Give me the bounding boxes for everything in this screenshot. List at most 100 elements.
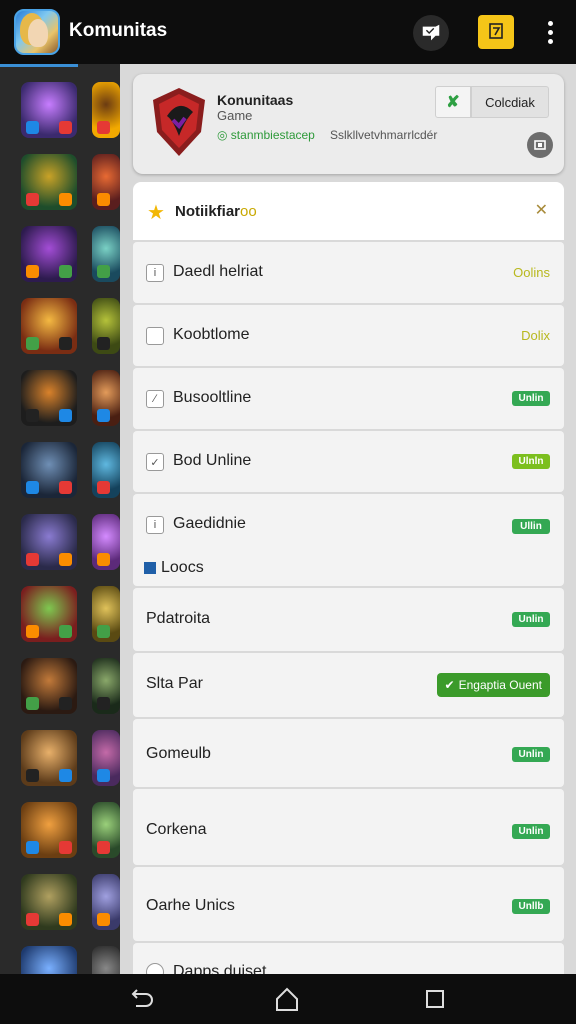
- game-tile[interactable]: [21, 730, 77, 786]
- more-vert-icon-dot: [547, 29, 553, 35]
- notification-label: Notiikfiaroo: [175, 203, 257, 220]
- game-tile[interactable]: [92, 298, 120, 354]
- game-tile[interactable]: [21, 370, 77, 426]
- row-label: Slta Par: [146, 675, 203, 692]
- tile-badge-icon: [97, 193, 110, 206]
- tile-badge-icon: [97, 481, 110, 494]
- share-button[interactable]: [527, 132, 553, 158]
- list-item[interactable]: Oarhe Unics Unllb: [133, 867, 564, 941]
- game-tile[interactable]: [92, 370, 120, 426]
- tile-badge-icon: [26, 841, 39, 854]
- online-badge: Unlin: [512, 747, 550, 762]
- game-tile[interactable]: [21, 802, 77, 858]
- star-icon: ★: [147, 202, 165, 224]
- game-tile[interactable]: [21, 946, 77, 974]
- row-status: Oolins: [513, 265, 550, 280]
- row-sub-label: Loocs: [161, 559, 204, 576]
- game-tile[interactable]: [92, 586, 120, 642]
- game-tile[interactable]: [21, 658, 77, 714]
- more-options-button[interactable]: [536, 16, 564, 48]
- list-item[interactable]: Gomeulb Unlin: [133, 719, 564, 787]
- row-checkbox[interactable]: i: [146, 516, 164, 534]
- game-tile[interactable]: [92, 946, 120, 974]
- back-icon[interactable]: [126, 986, 154, 1012]
- more-vert-icon-dot: [547, 20, 553, 26]
- list-item[interactable]: Dapps duiset: [133, 943, 564, 974]
- community-title: Konunitaas: [217, 92, 294, 108]
- community-tag[interactable]: ◎ stanmbiestacep: [217, 128, 315, 142]
- tile-badge-icon: [26, 409, 39, 422]
- game-tile[interactable]: [92, 658, 120, 714]
- close-icon[interactable]: ✕: [535, 200, 548, 220]
- tile-badge-icon: [26, 337, 39, 350]
- tile-badge-icon: [26, 193, 39, 206]
- row-checkbox[interactable]: ∕: [146, 390, 164, 408]
- tile-badge-icon: [26, 913, 39, 926]
- list-item[interactable]: i Daedl helriat Oolins: [133, 242, 564, 303]
- row-checkbox[interactable]: i: [146, 264, 164, 282]
- follow-icon: ✘: [446, 94, 460, 111]
- list-item[interactable]: Pdatroita Unlin: [133, 588, 564, 651]
- home-icon[interactable]: [273, 986, 301, 1012]
- list-item[interactable]: Koobtlome Dolix: [133, 305, 564, 366]
- row-checkbox[interactable]: ✓: [146, 453, 164, 471]
- tile-badge-icon: [59, 913, 72, 926]
- game-tile[interactable]: [92, 82, 120, 138]
- chat-button[interactable]: [413, 15, 449, 51]
- notification-row[interactable]: ★ Notiikfiaroo ✕: [133, 182, 564, 240]
- tile-badge-icon: [26, 769, 39, 782]
- row-radio[interactable]: [146, 963, 164, 974]
- system-nav-bar: [0, 974, 576, 1024]
- row-label: Gaedidnie: [173, 515, 246, 532]
- row-label: Koobtlome: [173, 326, 250, 343]
- follow-button[interactable]: Colcdiak: [471, 86, 549, 118]
- game-tile[interactable]: [21, 226, 77, 282]
- tile-badge-icon: [59, 697, 72, 710]
- row-checkbox[interactable]: [146, 327, 164, 345]
- game-tile[interactable]: [21, 874, 77, 930]
- list-item[interactable]: i Gaedidnie Ullin Loocs: [133, 494, 564, 586]
- community-subtitle: Game: [217, 108, 253, 123]
- app-icon[interactable]: [14, 9, 60, 55]
- tile-badge-icon: [26, 697, 39, 710]
- game-tile[interactable]: [21, 154, 77, 210]
- tile-badge-icon: [26, 481, 39, 494]
- game-tile[interactable]: [21, 298, 77, 354]
- game-tile[interactable]: [92, 874, 120, 930]
- game-tile[interactable]: [92, 514, 120, 570]
- game-tile[interactable]: [92, 226, 120, 282]
- row-label: Dapps duiset: [173, 963, 267, 974]
- tile-badge-icon: [59, 841, 72, 854]
- game-logo-icon: [153, 88, 205, 156]
- follow-icon-button[interactable]: ✘: [435, 86, 471, 118]
- community-header-card: Konunitaas Game ◎ stanmbiestacep Sslkllv…: [133, 74, 564, 174]
- game-tile[interactable]: [92, 442, 120, 498]
- list-item[interactable]: Slta Par ✔ Engaptia Ouent: [133, 653, 564, 717]
- game-tile[interactable]: [21, 514, 77, 570]
- online-badge: Unlin: [512, 391, 550, 406]
- tile-badge-icon: [97, 841, 110, 854]
- community-tag-secondary: Sslkllvetvhmarrlcdér: [330, 128, 438, 142]
- game-tile[interactable]: [92, 802, 120, 858]
- game-tile[interactable]: [92, 730, 120, 786]
- list-item[interactable]: ∕ Busooltline Unlin: [133, 368, 564, 429]
- trophy-button[interactable]: [478, 15, 514, 49]
- game-tile[interactable]: [21, 82, 77, 138]
- tile-badge-icon: [59, 409, 72, 422]
- game-tile[interactable]: [21, 586, 77, 642]
- game-tile[interactable]: [21, 442, 77, 498]
- row-label: Corkena: [146, 821, 207, 838]
- engage-button[interactable]: ✔ Engaptia Ouent: [436, 673, 550, 697]
- community-panel: Konunitaas Game ◎ stanmbiestacep Sslkllv…: [120, 64, 576, 974]
- recents-icon[interactable]: [421, 986, 449, 1012]
- tile-badge-icon: [59, 625, 72, 638]
- list-item[interactable]: Corkena Unlin: [133, 789, 564, 865]
- row-label: Oarhe Unics: [146, 897, 235, 914]
- game-tile[interactable]: [92, 154, 120, 210]
- check-icon: ✔: [444, 678, 455, 692]
- tile-badge-icon: [97, 409, 110, 422]
- tile-badge-icon: [97, 553, 110, 566]
- tile-badge-icon: [97, 121, 110, 134]
- list-item[interactable]: ✓ Bod Unline Ulnln: [133, 431, 564, 492]
- tile-badge-icon: [97, 697, 110, 710]
